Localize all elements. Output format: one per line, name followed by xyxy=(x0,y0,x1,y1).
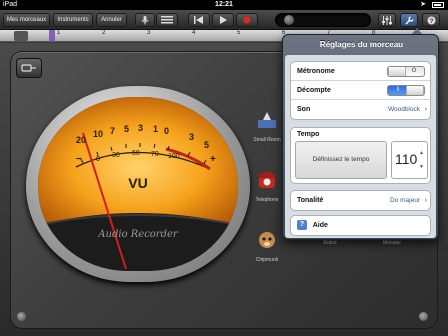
countdown-label: Décompte xyxy=(297,87,331,94)
meter-scale-label: 10 xyxy=(93,129,104,139)
play-button[interactable] xyxy=(212,13,234,27)
meter-percent-label: 70 xyxy=(151,151,159,158)
clock: 12:21 xyxy=(215,1,233,8)
chipmunk-icon xyxy=(259,232,275,248)
meter-percent-label: 0 xyxy=(96,156,100,163)
meter-scale-label: 0 xyxy=(164,126,170,136)
effect-label: Monster xyxy=(382,240,402,246)
effect-label: Small Room xyxy=(253,137,281,143)
microphone-icon[interactable] xyxy=(135,13,155,27)
sound-value: Woodblock xyxy=(387,106,420,113)
metronome-toggle[interactable]: O xyxy=(387,66,425,77)
tempo-label: Tempo xyxy=(297,131,320,138)
tracks-view-icon[interactable] xyxy=(156,13,178,27)
song-settings-popover: Réglages du morceau Métronome O Décompte… xyxy=(282,34,439,240)
brand-label: Audio Recorder xyxy=(98,229,178,240)
meter-percent-label: 30 xyxy=(112,152,120,159)
tempo-value: 110 xyxy=(395,151,418,167)
help-row[interactable]: ? Aide xyxy=(291,216,430,235)
meter-percent-label: 50 xyxy=(132,150,140,157)
meter-scale-label: 20 xyxy=(76,135,87,145)
effect-chipmunk[interactable]: Chipmunk xyxy=(247,228,287,263)
telephone-icon xyxy=(258,172,276,188)
ruler-tick: 2 xyxy=(102,30,106,36)
playhead[interactable] xyxy=(49,30,55,42)
instruments-button[interactable]: Instruments xyxy=(53,13,93,27)
volume-slider[interactable] xyxy=(275,13,371,27)
settings-group-help: ? Aide xyxy=(290,215,431,236)
effect-label: Telephone xyxy=(255,197,279,203)
screw-icon xyxy=(17,312,26,321)
help-label: Aide xyxy=(312,222,328,229)
meter-scale-label: 5 xyxy=(204,140,210,150)
countdown-row: Décompte I xyxy=(291,81,430,100)
tempo-stepper[interactable]: 110 ▲ ▼ xyxy=(391,141,428,179)
popover-title: Réglages du morceau xyxy=(319,40,404,49)
key-value: Do majeur xyxy=(390,197,420,204)
small-room-icon xyxy=(258,112,276,128)
chevron-right-icon: › xyxy=(424,106,427,113)
svg-text:?: ? xyxy=(429,18,433,25)
key-label: Tonalité xyxy=(297,197,324,204)
settings-group-tempo: Tempo Définissez le tempo 110 ▲ ▼ xyxy=(290,127,431,184)
meter-plus-sign: + xyxy=(210,154,216,165)
ruler-tick: 1 xyxy=(57,30,61,36)
screw-icon xyxy=(419,312,428,321)
vu-label: VU xyxy=(128,175,148,191)
input-settings-button[interactable] xyxy=(16,58,42,78)
tempo-down-icon[interactable]: ▼ xyxy=(419,164,424,170)
effect-telephone[interactable]: Telephone xyxy=(247,168,287,203)
key-row[interactable]: Tonalité Do majeur › xyxy=(291,191,430,210)
vu-meter: 20 10 7 5 3 1 0 3 5 − + 0 30 50 70 100 V… xyxy=(26,86,250,282)
sound-label: Son xyxy=(297,106,311,113)
meter-minus-sign: − xyxy=(76,154,82,165)
meter-scale-label: 7 xyxy=(110,126,116,136)
toggle-thumb xyxy=(406,86,424,95)
vu-meter-face: 20 10 7 5 3 1 0 3 5 − + 0 30 50 70 100 V… xyxy=(38,97,238,271)
settings-group-key: Tonalité Do majeur › xyxy=(290,190,431,211)
battery-icon xyxy=(432,2,444,8)
effect-small-room[interactable]: Small Room xyxy=(247,108,287,143)
ruler-tick: 3 xyxy=(147,30,151,36)
undo-button[interactable]: Annuler xyxy=(96,13,127,27)
effect-label: Chipmunk xyxy=(255,257,279,263)
metronome-row: Métronome O xyxy=(291,62,430,81)
tempo-up-icon[interactable]: ▲ xyxy=(419,150,424,156)
meter-percent-label: 100 xyxy=(168,153,180,160)
popover-body: Métronome O Décompte I Son Woodblock › T… xyxy=(285,55,436,238)
toggle-state: I xyxy=(397,87,399,93)
rewind-button[interactable] xyxy=(188,13,210,27)
volume-knob[interactable] xyxy=(284,15,294,25)
wrench-icon[interactable] xyxy=(400,13,418,27)
question-mark-icon: ? xyxy=(297,220,307,231)
ruler-tick: 5 xyxy=(237,30,241,36)
settings-group-metronome: Métronome O Décompte I Son Woodblock › xyxy=(290,61,431,120)
meter-scale-label: 5 xyxy=(124,124,130,134)
meter-scale-label: 1 xyxy=(153,124,159,134)
my-songs-button[interactable]: Mes morceaux xyxy=(3,13,50,27)
mixer-icon[interactable] xyxy=(378,13,396,27)
countdown-toggle[interactable]: I xyxy=(387,85,425,96)
toolbar: Mes morceaux Instruments Annuler ? xyxy=(0,10,448,30)
tap-tempo-button[interactable]: Définissez le tempo xyxy=(295,141,387,179)
status-bar: iPad 12:21 ➤ xyxy=(0,0,448,10)
meter-scale-label: 3 xyxy=(189,132,195,142)
effect-label: Robot xyxy=(323,240,337,246)
ruler-tick: 4 xyxy=(192,30,196,36)
location-icon: ➤ xyxy=(420,1,426,8)
record-button[interactable] xyxy=(236,13,258,27)
metronome-label: Métronome xyxy=(297,68,335,75)
help-icon[interactable]: ? xyxy=(422,13,440,27)
meter-scale-label: 3 xyxy=(138,123,144,133)
add-track-icon[interactable] xyxy=(14,31,28,41)
chevron-right-icon: › xyxy=(424,197,427,204)
toggle-state: O xyxy=(411,68,417,74)
sound-row[interactable]: Son Woodblock › xyxy=(291,100,430,119)
